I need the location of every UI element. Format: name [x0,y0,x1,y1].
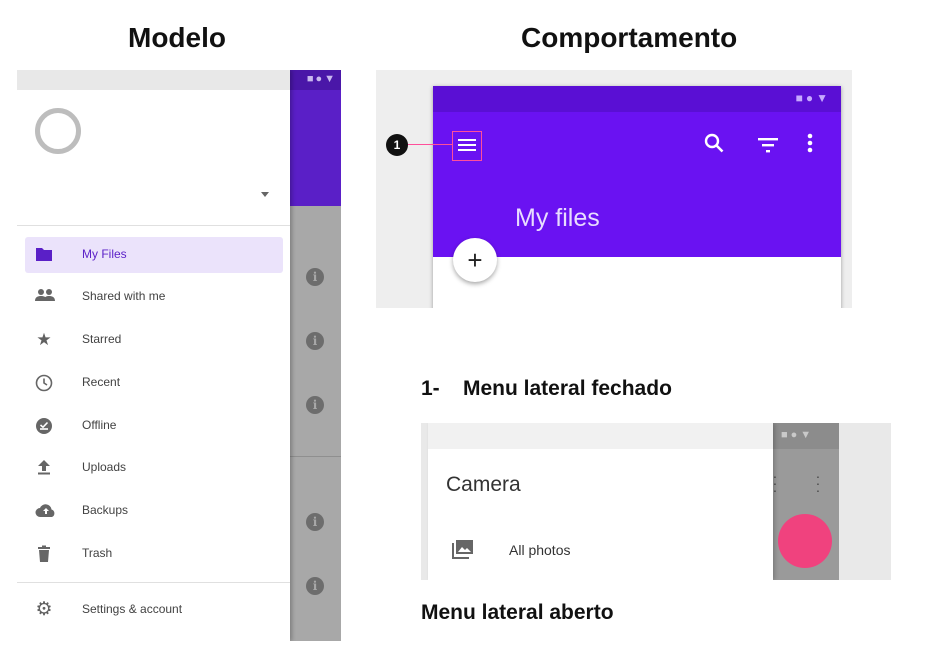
callout-badge: 1 [386,134,408,156]
filter-icon[interactable] [755,134,781,160]
phone-screen: ■●▼ My files + [433,86,841,308]
status-bar: ■●▼ [433,86,841,112]
divider [290,456,341,457]
people-icon [35,288,55,306]
avatar[interactable] [35,108,81,154]
divider [17,225,290,226]
menu-icon-highlight[interactable] [452,131,482,161]
heading-comportamento: Comportamento [521,22,738,53]
nav-item-all-photos[interactable]: All photos [509,542,570,558]
heading-modelo: Modelo [128,22,226,53]
status-bar [428,423,773,449]
search-icon[interactable] [701,132,727,160]
drawer-title: Camera [446,473,521,496]
menu-icon[interactable] [458,139,476,154]
nav-item-trash[interactable]: Trash [25,536,283,572]
status-icons: ■●▼ [795,91,831,105]
nav-item-label: Starred [82,332,122,346]
status-icons: ■●▼ [306,73,337,85]
page-title: My files [515,204,600,232]
trash-icon [35,545,53,563]
nav-item-label: Offline [82,418,117,432]
account-dropdown-icon[interactable] [261,192,269,197]
navigation-drawer: My Files Shared with me ★ Starred Recent… [17,70,290,641]
photo-library-icon [452,539,473,559]
divider [17,582,290,583]
app-bar: ■●▼ My files [433,86,841,257]
info-icon[interactable]: i [306,268,324,286]
nav-item-starred[interactable]: ★ Starred [25,322,283,358]
nav-item-offline[interactable]: Offline [25,408,283,444]
folder-icon [35,246,53,264]
offline-check-icon [35,417,53,435]
nav-item-label: Recent [82,375,121,389]
nav-item-recent[interactable]: Recent [25,365,283,401]
nav-item-label: Trash [82,546,113,560]
add-button[interactable]: + [453,238,497,282]
model-screenshot: ■●▼ ··· i i i i i My Files Shared with m… [17,70,341,641]
cloud-upload-icon [35,502,55,520]
gear-icon: ⚙ [35,599,53,620]
nav-item-label: Backups [82,503,129,517]
status-bar: ■●▼ [290,70,341,90]
info-icon[interactable]: i [306,396,324,414]
nav-item-label: Shared with me [82,289,166,303]
info-icon[interactable]: i [306,332,324,350]
upload-icon [35,459,53,477]
fab-button[interactable] [778,514,832,568]
scrim: i i i i i [290,206,341,641]
background-appbar: ■●▼ ··· [290,70,341,206]
more-vert-icon[interactable] [804,133,816,159]
caption-menu-opened: Menu lateral aberto [421,601,614,624]
info-icon[interactable]: i [306,577,324,595]
status-bar: ■●▼ [773,423,839,449]
status-icons: ■●▼ [781,429,815,441]
nav-item-my-files[interactable]: My Files [25,237,283,273]
nav-item-backups[interactable]: Backups [25,493,283,529]
clock-icon [35,374,53,392]
navigation-drawer: Camera All photos [428,423,773,580]
nav-item-label: My Files [82,247,127,261]
nav-item-uploads[interactable]: Uploads [25,450,283,486]
info-icon[interactable]: i [306,513,324,531]
more-vert-icon[interactable]: · · · [814,469,822,497]
callout-line [407,144,452,145]
opened-drawer-screenshot: ■●▼ · · · · · · Camera All photos [421,423,891,580]
nav-item-shared-with-me[interactable]: Shared with me [25,279,283,315]
nav-item-label: Settings & account [82,602,183,616]
behavior-screenshot: ■●▼ My files + 1 [376,70,852,308]
nav-item-settings-account[interactable]: ⚙ Settings & account [25,592,283,628]
star-icon: ★ [36,330,52,349]
caption-menu-closed: 1- Menu lateral fechado [421,377,672,400]
nav-item-label: Uploads [82,460,127,474]
status-bar [17,70,290,90]
